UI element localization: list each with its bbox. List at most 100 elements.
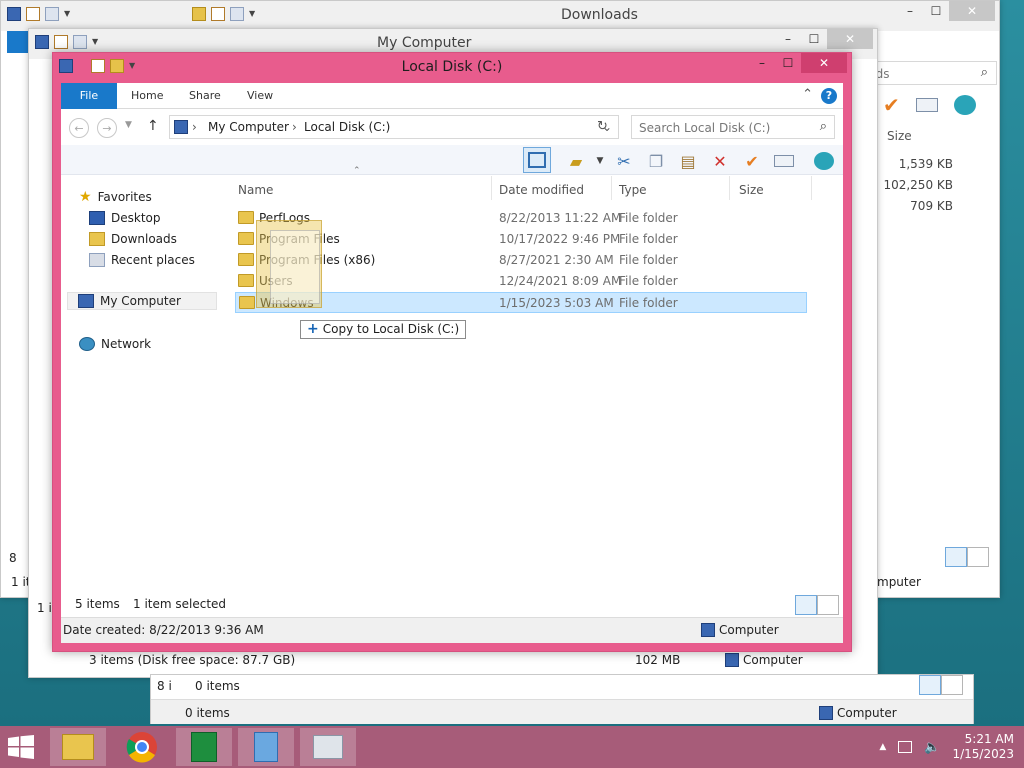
system-tool-icon (313, 735, 343, 759)
show-hidden-icons[interactable]: ▲ (879, 742, 886, 752)
row-type: File folder (619, 211, 678, 225)
properties-icon[interactable] (26, 7, 40, 21)
forward-button[interactable]: → (97, 118, 117, 138)
taskbar: ▲ 🔈 5:21 AM 1/15/2023 (0, 726, 1024, 768)
notepad-icon (254, 732, 278, 762)
breadcrumb-separator-icon[interactable]: › (292, 120, 297, 134)
column-type[interactable]: Type (619, 183, 647, 197)
nav-downloads[interactable]: Downloads (89, 230, 177, 248)
check-icon[interactable]: ✔ (741, 150, 763, 172)
start-button[interactable] (8, 735, 34, 759)
nav-downloads-label: Downloads (111, 232, 177, 246)
clock-time: 5:21 AM (964, 732, 1014, 746)
tab-file[interactable]: File (61, 83, 117, 109)
column-separator[interactable] (611, 176, 612, 200)
column-name[interactable]: Name (238, 183, 273, 197)
properties-icon[interactable] (211, 7, 225, 21)
taskbar-system-tool[interactable] (300, 728, 356, 766)
nav-recent-places[interactable]: Recent places (89, 251, 195, 269)
third-window-body[interactable]: 8 i 0 items 0 items Computer (150, 674, 974, 724)
paste-icon[interactable]: ▤ (677, 150, 699, 172)
column-separator[interactable] (491, 176, 492, 200)
customize-arrow-icon[interactable]: ▼ (64, 7, 72, 21)
details-view-button[interactable] (919, 675, 941, 695)
breadcrumb-separator-icon[interactable]: › (192, 120, 197, 134)
minimize-button[interactable]: – (749, 53, 775, 73)
help-icon[interactable]: ? (821, 88, 837, 104)
details-bar: Date created: 8/22/2013 9:36 AM Computer (61, 617, 843, 643)
maximize-button[interactable]: ☐ (775, 53, 801, 73)
collapse-ribbon-icon[interactable]: ⌃ (802, 87, 813, 102)
search-icon[interactable]: ⌕ (981, 65, 988, 80)
taskbar-chrome[interactable] (114, 728, 170, 766)
tab-home[interactable]: Home (117, 83, 177, 109)
new-folder-icon[interactable] (45, 7, 59, 21)
downloads-titlebar[interactable]: ▼ ▼ Downloads – ☐ ✕ (1, 1, 999, 31)
window-title: Local Disk (C:) (401, 59, 503, 75)
thumbnail-view-button[interactable] (817, 595, 839, 615)
volume-icon[interactable]: 🔈 (924, 740, 940, 755)
details-view-button[interactable] (795, 595, 817, 615)
search-icon[interactable]: ⌕ (820, 119, 827, 134)
recent-locations-icon[interactable]: ▼ (125, 120, 132, 130)
nav-network[interactable]: Network (79, 335, 151, 353)
refresh-icon[interactable]: ↻ (597, 119, 608, 134)
minimize-button[interactable]: – (897, 1, 923, 21)
column-size[interactable]: Size (739, 183, 764, 197)
copy-icon[interactable]: ❐ (645, 150, 667, 172)
properties-icon[interactable] (54, 35, 68, 49)
back-button[interactable]: ← (69, 118, 89, 138)
tab-share[interactable]: Share (175, 83, 235, 109)
cut-icon[interactable]: ✂ (613, 150, 635, 172)
taskbar-file-explorer[interactable] (50, 728, 106, 766)
downloads-folder-icon (192, 7, 206, 21)
row-type: File folder (619, 296, 678, 310)
nav-desktop-label: Desktop (111, 211, 161, 225)
column-date[interactable]: Date modified (499, 183, 584, 197)
up-button[interactable]: ↑ (147, 118, 159, 134)
main-titlebar[interactable]: ▼ Local Disk (C:) – ☐ ✕ (53, 53, 851, 83)
date-created: Date created: 8/22/2013 9:36 AM (63, 623, 264, 637)
breadcrumb-mycomputer[interactable]: My Computer (208, 120, 289, 134)
thumbnail-view-button[interactable] (941, 675, 963, 695)
new-folder-icon[interactable] (230, 7, 244, 21)
address-bar[interactable]: › My Computer › Local Disk (C:) ⌄ (169, 115, 619, 139)
breadcrumb-localdisk[interactable]: Local Disk (C:) (304, 120, 390, 134)
taskbar-notepad[interactable] (238, 728, 294, 766)
explorer-body: File Home Share View ⌃ ? ← → ▼ ↑ › My Co… (61, 83, 843, 643)
new-folder-icon[interactable] (73, 35, 87, 49)
network-icon[interactable] (898, 741, 913, 753)
sort-indicator-icon: ⌃ (353, 166, 361, 176)
clock[interactable]: 5:21 AM 1/15/2023 (952, 732, 1014, 762)
close-button[interactable]: ✕ (801, 53, 847, 73)
nav-desktop[interactable]: Desktop (89, 209, 161, 227)
row-type: File folder (619, 253, 678, 267)
close-button[interactable]: ✕ (949, 1, 995, 21)
computer-icon (78, 294, 94, 308)
customize-arrow-icon[interactable]: ▼ (249, 7, 257, 21)
drag-tooltip-text: Copy to Local Disk (C:) (322, 322, 460, 336)
local-disk-window[interactable]: ▼ Local Disk (C:) – ☐ ✕ File Home Share … (52, 52, 852, 652)
taskbar-calculator[interactable] (176, 728, 232, 766)
customize-arrow-icon[interactable]: ▼ (92, 35, 100, 49)
search-input[interactable]: Search Local Disk (C:) ⌕ (631, 115, 835, 139)
nav-favorites[interactable]: ★ Favorites (79, 188, 152, 206)
shell-icon[interactable] (813, 150, 835, 172)
nav-my-computer[interactable]: My Computer (67, 292, 217, 310)
windows-logo-icon (8, 735, 34, 759)
navigation-pane: ★ Favorites Desktop Downloads Recent pla… (61, 176, 225, 593)
selected-count: 1 item selected (133, 597, 227, 611)
delete-icon[interactable]: ✕ (709, 150, 731, 172)
column-separator[interactable] (811, 176, 812, 200)
preview-pane-icon[interactable] (523, 147, 551, 173)
maximize-button[interactable]: ☐ (923, 1, 949, 21)
status-count: 8 i (157, 679, 172, 693)
drag-ghost (240, 216, 340, 312)
rename-icon[interactable] (773, 150, 795, 172)
column-separator[interactable] (729, 176, 730, 200)
folder-options-icon[interactable]: ▰ (565, 150, 587, 172)
tab-view[interactable]: View (233, 83, 287, 109)
star-icon: ★ (79, 189, 92, 205)
dropdown-icon[interactable]: ▼ (589, 150, 611, 172)
status-location: Computer (819, 706, 897, 720)
